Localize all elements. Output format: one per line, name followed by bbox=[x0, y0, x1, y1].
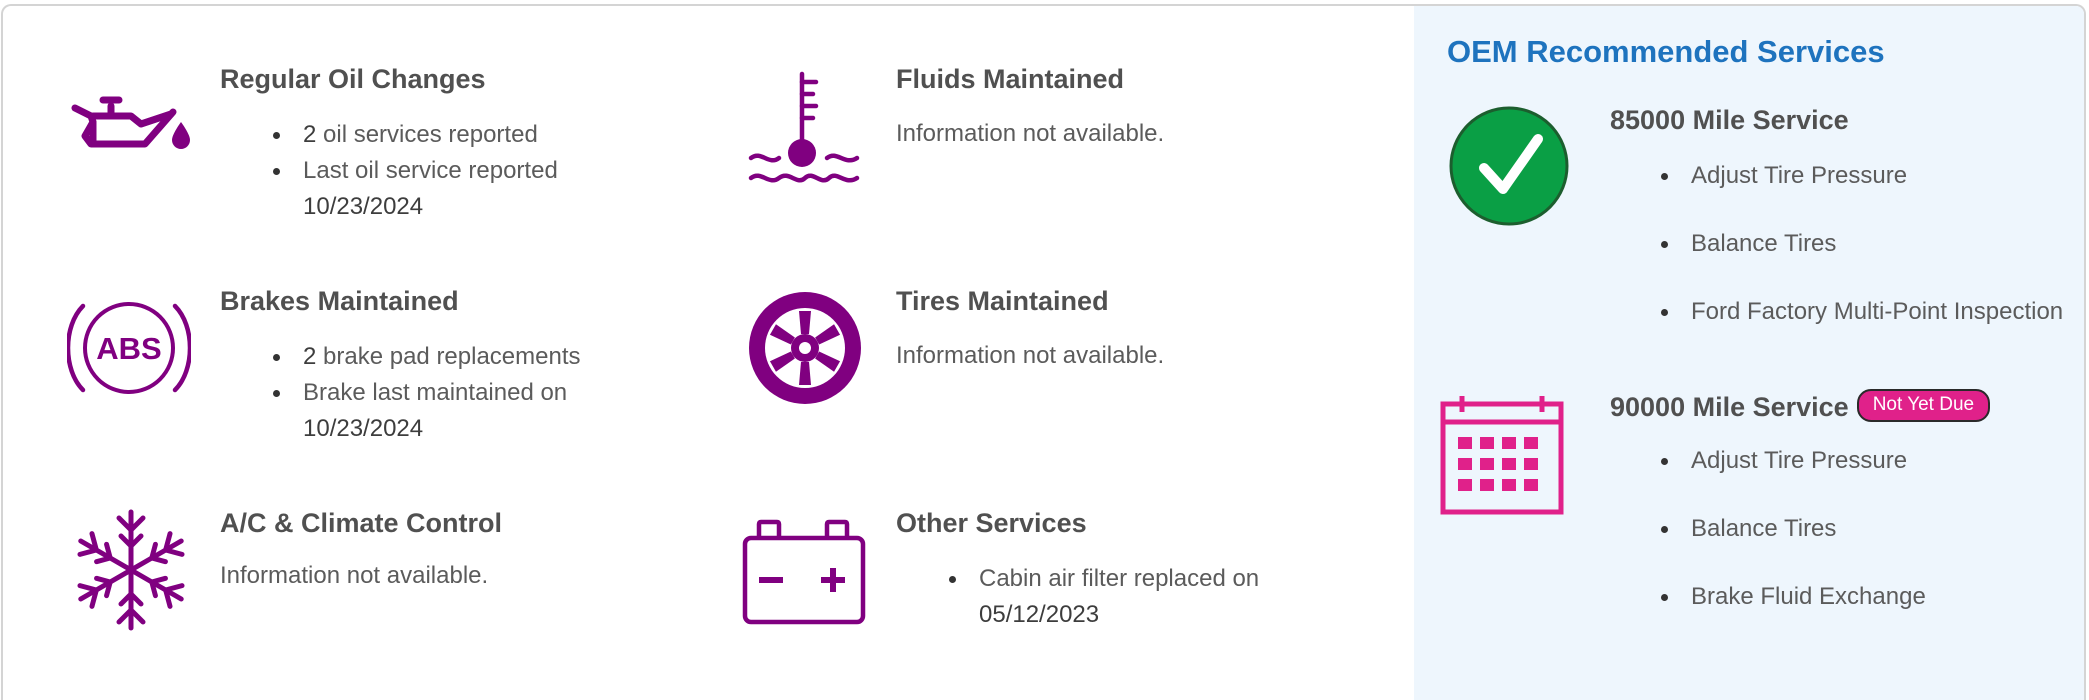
battery-icon bbox=[741, 516, 867, 626]
snowflake-icon bbox=[73, 508, 189, 632]
oil-last-date: 10/23/2024 bbox=[303, 193, 424, 220]
brake-count: 2 bbox=[303, 343, 317, 370]
list-item: Ford Factory Multi-Point Inspection bbox=[1659, 278, 2063, 346]
cabin-filter-date: 05/12/2023 bbox=[979, 601, 1100, 628]
brakes-title: Brakes Maintained bbox=[220, 286, 459, 316]
list-item: 2 brake pad replacements bbox=[271, 339, 581, 375]
other-services-title: Other Services bbox=[896, 508, 1087, 538]
list-item: Cabin air filter replaced on 05/12/2023 bbox=[947, 561, 1259, 633]
list-item: Adjust Tire Pressure bbox=[1659, 142, 2063, 210]
ac-title: A/C & Climate Control bbox=[220, 508, 503, 538]
list-item: Balance Tires bbox=[1659, 495, 1926, 563]
service-85000-list: Adjust Tire Pressure Balance Tires Ford … bbox=[1659, 142, 2063, 346]
oil-last-text: Last oil service reported bbox=[303, 157, 558, 184]
oil-can-icon bbox=[71, 94, 191, 164]
calendar-icon bbox=[1440, 392, 1564, 516]
brake-last-text: Brake last maintained on bbox=[303, 379, 568, 406]
fluids-title: Fluids Maintained bbox=[896, 64, 1125, 94]
other-services-list: Cabin air filter replaced on 05/12/2023 bbox=[947, 561, 1259, 633]
list-item: Last oil service reported 10/23/2024 bbox=[271, 153, 558, 225]
list-item: Brake Fluid Exchange bbox=[1659, 563, 1926, 631]
brake-last-date: 10/23/2024 bbox=[303, 415, 424, 442]
list-item: 2 oil services reported bbox=[271, 117, 558, 153]
service-90000-title: 90000 Mile Service bbox=[1610, 392, 1849, 422]
service-85000-title: 85000 Mile Service bbox=[1610, 105, 1849, 135]
oil-count: 2 bbox=[303, 121, 317, 148]
thermometer-fluid-icon bbox=[747, 70, 863, 186]
oil-changes-title: Regular Oil Changes bbox=[220, 64, 486, 94]
cabin-filter-text: Cabin air filter replaced on bbox=[979, 565, 1260, 592]
list-item: Brake last maintained on 10/23/2024 bbox=[271, 375, 581, 447]
oil-changes-list: 2 oil services reported Last oil service… bbox=[271, 117, 558, 225]
service-90000-list: Adjust Tire Pressure Balance Tires Brake… bbox=[1659, 427, 1926, 631]
checkmark-icon bbox=[1448, 105, 1570, 227]
fluids-note: Information not available. bbox=[896, 120, 1165, 147]
tires-note: Information not available. bbox=[896, 342, 1165, 369]
oil-count-text: oil services reported bbox=[316, 121, 538, 148]
brake-count-text: brake pad replacements bbox=[316, 343, 581, 370]
tires-title: Tires Maintained bbox=[896, 286, 1109, 316]
tire-icon bbox=[748, 291, 862, 405]
oem-recommended-panel: OEM Recommended Services 85000 Mile Serv… bbox=[1414, 6, 2084, 700]
oem-title: OEM Recommended Services bbox=[1447, 34, 1885, 69]
service-90000-title-row: 90000 Mile Service Not Yet Due bbox=[1610, 389, 1991, 425]
service-history-grid: Regular Oil Changes 2 oil services repor… bbox=[3, 6, 1414, 700]
list-item: Adjust Tire Pressure bbox=[1659, 427, 1926, 495]
brakes-list: 2 brake pad replacements Brake last main… bbox=[271, 339, 581, 447]
service-history-card: Regular Oil Changes 2 oil services repor… bbox=[1, 4, 2086, 700]
ac-note: Information not available. bbox=[220, 562, 489, 589]
status-badge: Not Yet Due bbox=[1856, 389, 1991, 423]
abs-icon: ABS bbox=[67, 296, 191, 400]
list-item: Balance Tires bbox=[1659, 210, 2063, 278]
abs-icon-text: ABS bbox=[96, 331, 161, 366]
